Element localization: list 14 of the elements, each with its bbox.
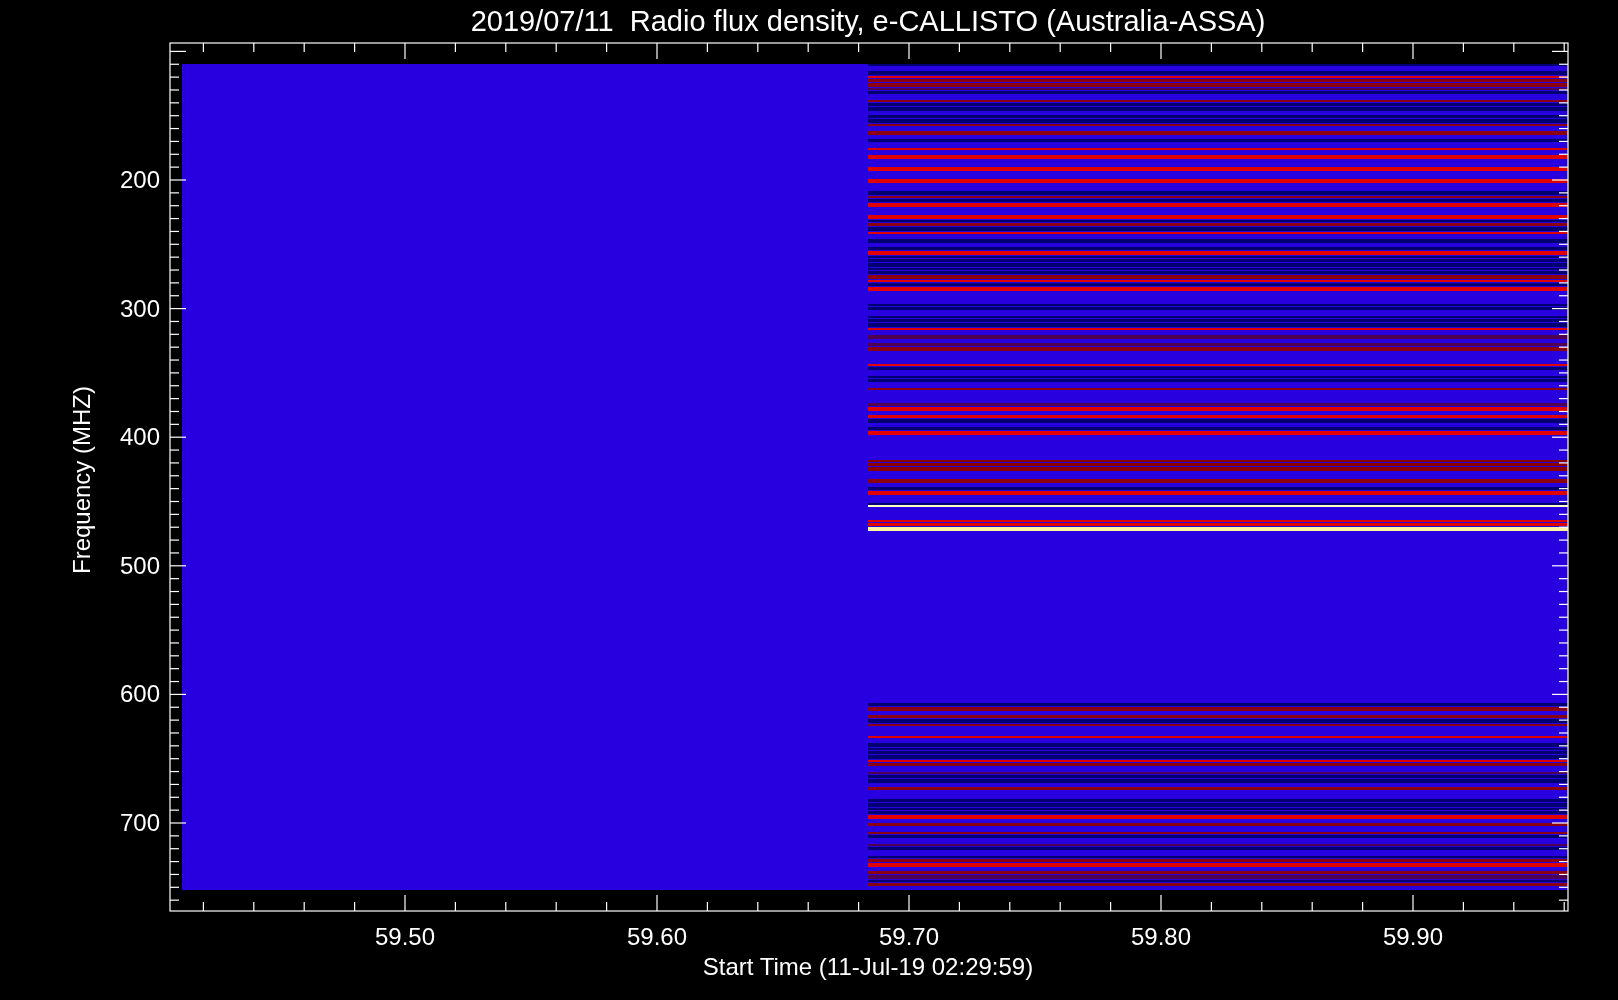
- tick-label: 700: [119, 809, 160, 836]
- tick-label: 600: [119, 680, 160, 708]
- tick-label: 200: [119, 166, 160, 193]
- axis-title: Frequency (MHZ): [68, 386, 95, 574]
- tick-label: 59.60: [626, 923, 688, 950]
- tick-label: 59.90: [1382, 923, 1444, 950]
- tick-label: 400: [119, 423, 160, 451]
- axis-title: Start Time (11-Jul-19 02:29:59): [702, 953, 1034, 980]
- tick-label: 59.70: [878, 923, 940, 950]
- tick-label: 59.50: [374, 923, 436, 950]
- chart-title: 2019/07/11 Radio flux density, e-CALLISTO (Australia-ASSA): [470, 5, 1266, 37]
- tick-label: 300: [119, 294, 160, 322]
- tick-label: 500: [119, 551, 160, 579]
- tick-label: 59.80: [1130, 923, 1192, 950]
